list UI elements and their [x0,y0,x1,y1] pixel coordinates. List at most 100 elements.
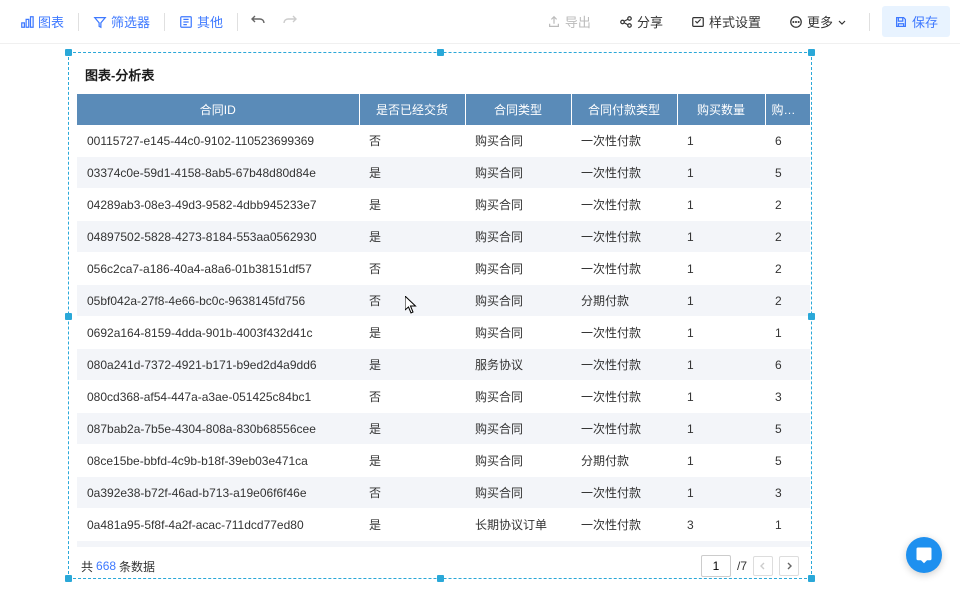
page-prev-button[interactable] [753,556,773,576]
table-row[interactable]: 087bab2a-7b5e-4304-808a-830b68556cee是购买合… [77,413,810,445]
table-cell: 1 [677,445,765,477]
style-label: 样式设置 [709,12,761,31]
table-cell: 是 [359,221,465,253]
table-row[interactable]: 0692a164-8159-4dda-901b-4003f432d41c是购买合… [77,317,810,349]
style-icon [691,15,705,29]
th-contract-id[interactable]: 合同ID [77,94,359,125]
table-cell: 04289ab3-08e3-49d3-9582-4dbb945233e7 [77,189,359,221]
table-cell: 04897502-5828-4273-8184-553aa0562930 [77,221,359,253]
table-body: 00115727-e145-44c0-9102-110523699369否购买合… [77,125,810,547]
share-button[interactable]: 分享 [609,6,673,37]
undo-button[interactable] [242,6,274,37]
table-wrap: 合同ID 是否已经交货 合同类型 合同付款类型 购买数量 购买的 0011572… [69,94,811,547]
table-row[interactable]: 05bf042a-27f8-4e66-bc0c-9638145fd756否购买合… [77,285,810,317]
divider [869,13,870,31]
table-cell: 1 [677,317,765,349]
table-cell: 3 [765,381,810,413]
th-purchase-time[interactable]: 购买的 [765,94,810,125]
table-cell: 080cd368-af54-447a-a3ae-051425c84bc1 [77,381,359,413]
th-quantity[interactable]: 购买数量 [677,94,765,125]
table-cell: 05bf042a-27f8-4e66-bc0c-9638145fd756 [77,285,359,317]
export-icon [547,15,561,29]
chevron-left-icon [758,561,768,571]
table-cell: 6 [765,349,810,381]
save-icon [894,15,908,29]
th-payment-type[interactable]: 合同付款类型 [571,94,677,125]
table-cell: 0a392e38-b72f-46ad-b713-a19e06f6f46e [77,477,359,509]
resize-handle-w[interactable] [65,313,72,320]
more-icon [789,15,803,29]
resize-handle-nw[interactable] [65,49,72,56]
th-contract-type[interactable]: 合同类型 [465,94,571,125]
export-label: 导出 [565,12,591,31]
share-label: 分享 [637,12,663,31]
page-input[interactable] [701,555,731,577]
chevron-right-icon [784,561,794,571]
table-cell: 是 [359,509,465,541]
footer-suffix: 条数据 [119,558,155,575]
table-cell: 购买合同 [465,253,571,285]
chart-widget-frame[interactable]: 图表-分析表 合同ID 是否已经交货 合同类型 合同付款类型 购买数量 购买的 … [68,52,812,579]
save-label: 保存 [912,12,938,31]
more-label: 更多 [807,12,833,31]
table-cell: 购买合同 [465,445,571,477]
resize-handle-e[interactable] [808,313,815,320]
redo-button[interactable] [274,6,306,37]
table-cell: 是 [359,413,465,445]
data-table: 合同ID 是否已经交货 合同类型 合同付款类型 购买数量 购买的 0011572… [77,94,811,547]
table-row[interactable]: 04897502-5828-4273-8184-553aa0562930是购买合… [77,221,810,253]
save-button[interactable]: 保存 [882,6,950,37]
table-row[interactable]: 056c2ca7-a186-40a4-a8a6-01b38151df57否购买合… [77,253,810,285]
table-row[interactable]: 0a481a95-5f8f-4a2f-acac-711dcd77ed80是长期协… [77,509,810,541]
table-cell: 是 [359,445,465,477]
table-cell: 一次性付款 [571,157,677,189]
table-row[interactable]: 03374c0e-59d1-4158-8ab5-67b48d80d84e是购买合… [77,157,810,189]
filter-label: 筛选器 [111,12,150,31]
table-cell: 2 [765,189,810,221]
resize-handle-se[interactable] [808,575,815,582]
resize-handle-sw[interactable] [65,575,72,582]
table-cell: 否 [359,125,465,157]
filter-button[interactable]: 筛选器 [83,6,160,37]
resize-handle-s[interactable] [437,575,444,582]
style-button[interactable]: 样式设置 [681,6,771,37]
table-cell: 否 [359,253,465,285]
resize-handle-n[interactable] [437,49,444,56]
table-cell: 一次性付款 [571,221,677,253]
filter-icon [93,15,107,29]
table-row[interactable]: 080a241d-7372-4921-b171-b9ed2d4a9dd6是服务协… [77,349,810,381]
table-cell: 1 [677,477,765,509]
table-cell: 6 [765,125,810,157]
table-row[interactable]: 04289ab3-08e3-49d3-9582-4dbb945233e7是购买合… [77,189,810,221]
table-row[interactable]: 080cd368-af54-447a-a3ae-051425c84bc1否购买合… [77,381,810,413]
th-delivered[interactable]: 是否已经交货 [359,94,465,125]
table-cell: 5 [765,445,810,477]
table-cell: 否 [359,477,465,509]
table-row[interactable]: 0a392e38-b72f-46ad-b713-a19e06f6f46e否购买合… [77,477,810,509]
export-button[interactable]: 导出 [537,6,601,37]
table-cell: 购买合同 [465,381,571,413]
table-cell: 1 [677,285,765,317]
toolbar-right: 导出 分享 样式设置 更多 保存 [537,6,950,37]
table-cell: 2 [765,253,810,285]
table-cell: 08ce15be-bbfd-4c9b-b18f-39eb03e471ca [77,445,359,477]
resize-handle-ne[interactable] [808,49,815,56]
chat-fab[interactable] [906,537,942,573]
page-next-button[interactable] [779,556,799,576]
table-row[interactable]: 00115727-e145-44c0-9102-110523699369否购买合… [77,125,810,157]
table-cell: 购买合同 [465,125,571,157]
more-button[interactable]: 更多 [779,6,857,37]
table-row[interactable]: 08ce15be-bbfd-4c9b-b18f-39eb03e471ca是购买合… [77,445,810,477]
table-cell: 2 [765,285,810,317]
table-header-row: 合同ID 是否已经交货 合同类型 合同付款类型 购买数量 购买的 [77,94,810,125]
table-cell: 否 [359,381,465,413]
other-icon [179,15,193,29]
other-button[interactable]: 其他 [169,6,233,37]
chat-icon [915,546,933,564]
footer-count: 668 [96,559,116,573]
table-cell: 5 [765,413,810,445]
table-cell: 1 [677,349,765,381]
chart-button[interactable]: 图表 [10,6,74,37]
page-total: /7 [737,559,747,573]
table-cell: 分期付款 [571,285,677,317]
